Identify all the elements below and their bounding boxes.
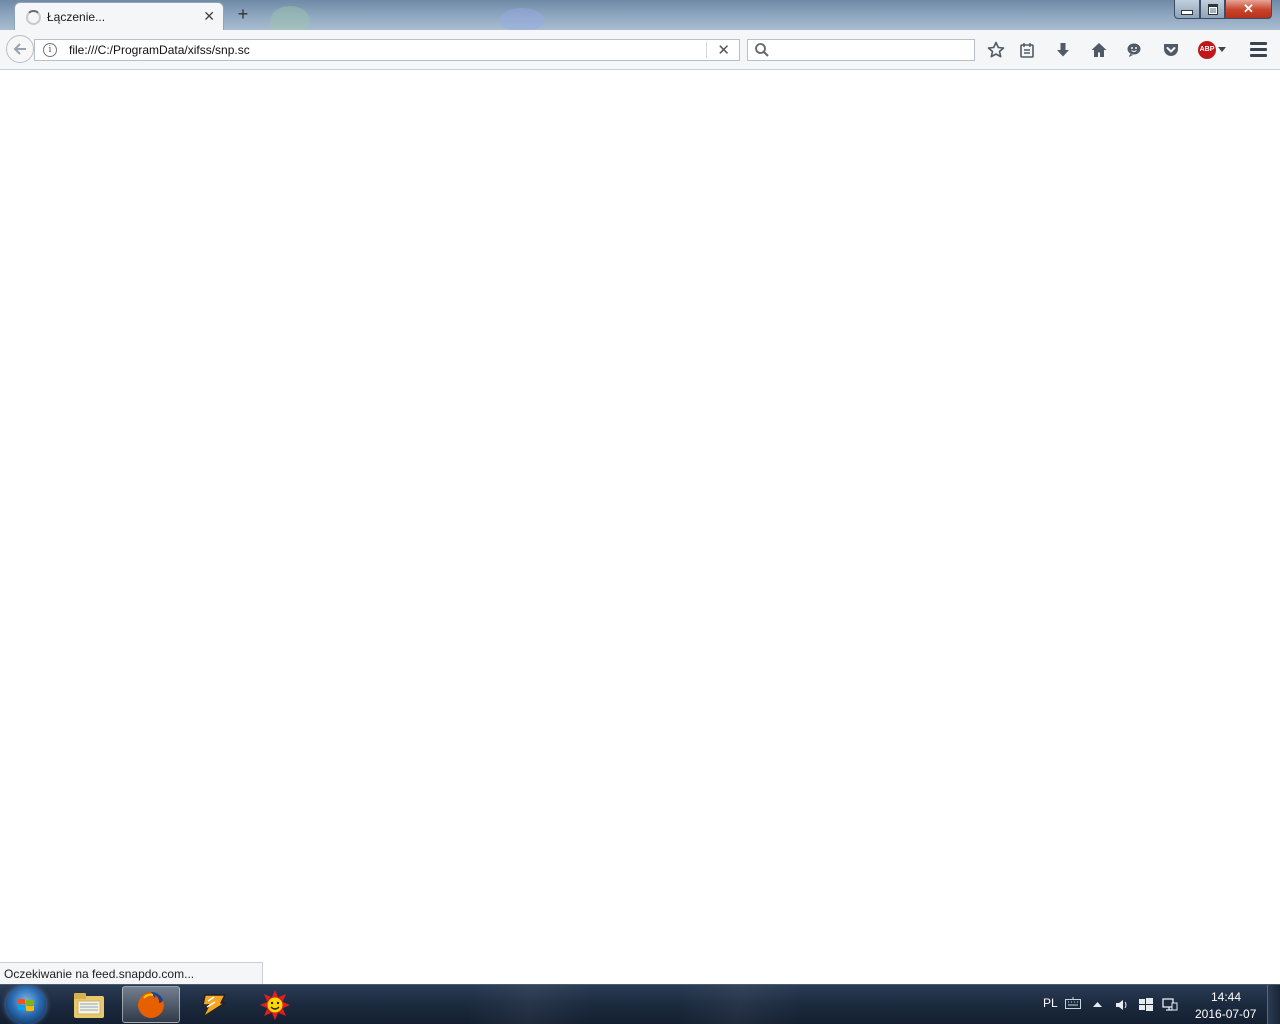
show-desktop-button[interactable]: [1267, 985, 1280, 1024]
search-bar[interactable]: [747, 39, 975, 61]
show-hidden-icons-icon[interactable]: [1093, 1001, 1102, 1007]
menu-icon-bar: [1250, 54, 1267, 57]
home-icon: [1091, 43, 1107, 57]
chat-icon: [1127, 43, 1141, 57]
sun-icon: [260, 989, 290, 1020]
menu-icon-bar: [1250, 48, 1267, 51]
windows-flag-icon: [18, 998, 34, 1012]
window-close-button[interactable]: ✕: [1225, 0, 1272, 19]
taskbar: PL 14:44 2016-07-07: [0, 984, 1280, 1024]
downloads-button[interactable]: [1053, 40, 1073, 60]
windows-notification-icon[interactable]: [1139, 998, 1153, 1012]
stop-button[interactable]: ✕: [717, 41, 730, 59]
tab-active[interactable]: Łączenie... ✕: [14, 2, 224, 30]
page-content: [0, 71, 1280, 984]
volume-icon[interactable]: [1115, 998, 1129, 1012]
loading-spinner-icon: [26, 10, 41, 25]
folder-icon: [74, 992, 104, 1018]
reading-list-button[interactable]: [1017, 40, 1037, 60]
home-button[interactable]: [1089, 40, 1109, 60]
download-icon: [1057, 43, 1069, 57]
url-text[interactable]: file:///C:/ProgramData/xifss/snp.sc: [69, 43, 250, 57]
search-input[interactable]: [774, 41, 974, 61]
url-bar[interactable]: i file:///C:/ProgramData/xifss/snp.sc ✕: [34, 39, 740, 61]
chat-button[interactable]: [1124, 40, 1144, 60]
minimize-icon: [1181, 9, 1193, 15]
minimize-button[interactable]: [1174, 0, 1200, 19]
restore-icon: [1207, 3, 1218, 15]
language-indicator[interactable]: PL: [1043, 996, 1058, 1010]
url-separator: [706, 42, 707, 58]
aero-glow: [500, 8, 544, 30]
new-tab-button[interactable]: +: [234, 4, 252, 25]
aero-glow: [270, 6, 310, 30]
back-button[interactable]: [6, 35, 34, 63]
navigation-toolbar: i file:///C:/ProgramData/xifss/snp.sc ✕: [0, 30, 1280, 70]
title-bar: Łączenie... ✕ + ✕: [0, 0, 1280, 30]
star-icon: [987, 41, 1005, 58]
firefox-icon: [138, 991, 164, 1018]
reading-list-icon: [1020, 43, 1034, 58]
taskbar-glass: [470, 985, 590, 1024]
taskbar-weather[interactable]: [246, 986, 304, 1023]
keyboard-icon[interactable]: [1065, 997, 1081, 1009]
tab-close-button[interactable]: ✕: [203, 8, 215, 25]
taskbar-explorer[interactable]: [60, 986, 118, 1023]
window-controls: ✕: [1174, 0, 1272, 20]
taskbar-glass: [680, 985, 800, 1024]
tab-title: Łączenie...: [47, 10, 106, 24]
menu-icon-bar: [1250, 42, 1267, 45]
winamp-icon: [202, 993, 226, 1018]
search-icon: [755, 43, 769, 57]
adblock-dropdown-icon[interactable]: [1218, 47, 1226, 52]
clock-date[interactable]: 2016-07-07: [1195, 1007, 1256, 1021]
taskbar-firefox[interactable]: [122, 986, 180, 1023]
bookmark-star-button[interactable]: [986, 40, 1006, 60]
status-panel: Oczekiwanie na feed.snapdo.com...: [0, 962, 263, 984]
menu-button[interactable]: [1250, 42, 1267, 58]
pocket-button[interactable]: [1161, 40, 1181, 60]
taskbar-winamp[interactable]: [184, 986, 242, 1023]
pocket-icon: [1164, 44, 1178, 56]
network-icon[interactable]: [1162, 998, 1178, 1012]
back-arrow-icon: [13, 43, 26, 55]
site-info-icon[interactable]: i: [43, 43, 57, 57]
maximize-button[interactable]: [1200, 0, 1225, 19]
start-button[interactable]: [6, 986, 46, 1024]
clock-time[interactable]: 14:44: [1211, 990, 1241, 1004]
adblock-icon[interactable]: ABP: [1198, 41, 1216, 59]
